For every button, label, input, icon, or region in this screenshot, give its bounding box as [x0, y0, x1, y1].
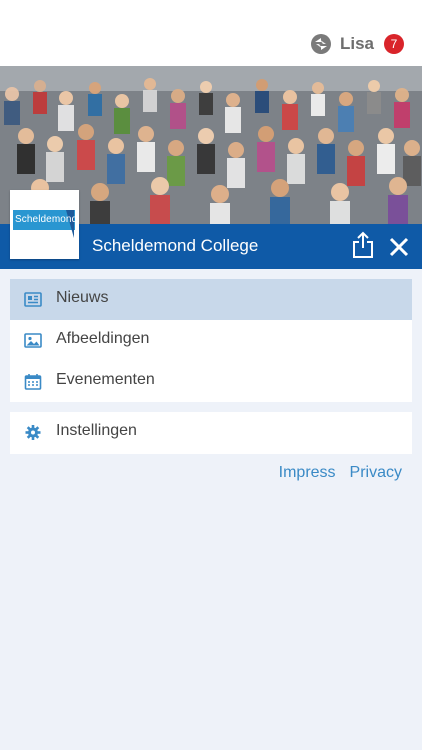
- impress-link[interactable]: Impress: [279, 464, 336, 482]
- menu-item-label: Evenementen: [56, 371, 155, 388]
- logo-text: Scheldemond: [15, 214, 78, 225]
- app-logo-icon: [310, 34, 331, 54]
- menu-item-label: Instellingen: [56, 422, 137, 439]
- navigation-menu: Nieuws Afbeeldingen Evenementen: [10, 279, 412, 402]
- menu-item-evenementen[interactable]: Evenementen: [10, 361, 412, 402]
- close-icon[interactable]: [386, 234, 412, 260]
- menu-item-label: Nieuws: [56, 289, 109, 306]
- newspaper-icon: [24, 292, 42, 307]
- school-name: Scheldemond College: [92, 236, 259, 255]
- notification-badge[interactable]: 7: [384, 34, 404, 54]
- gear-icon: [25, 425, 41, 440]
- image-icon: [24, 333, 42, 348]
- top-bar: Lisa 7: [0, 0, 422, 66]
- settings-menu: Instellingen: [10, 412, 412, 454]
- user-menu[interactable]: Lisa 7: [310, 33, 404, 55]
- footer-links: Impress Privacy: [265, 464, 402, 482]
- calendar-icon: [24, 374, 42, 390]
- share-icon[interactable]: [350, 231, 376, 259]
- menu-item-label: Afbeeldingen: [56, 330, 150, 347]
- school-logo: Scheldemond: [10, 190, 79, 259]
- menu-item-afbeeldingen[interactable]: Afbeeldingen: [10, 320, 412, 361]
- user-name[interactable]: Lisa: [340, 34, 374, 54]
- menu-item-nieuws[interactable]: Nieuws: [10, 279, 412, 320]
- privacy-link[interactable]: Privacy: [350, 464, 402, 482]
- menu-item-instellingen[interactable]: Instellingen: [10, 412, 412, 454]
